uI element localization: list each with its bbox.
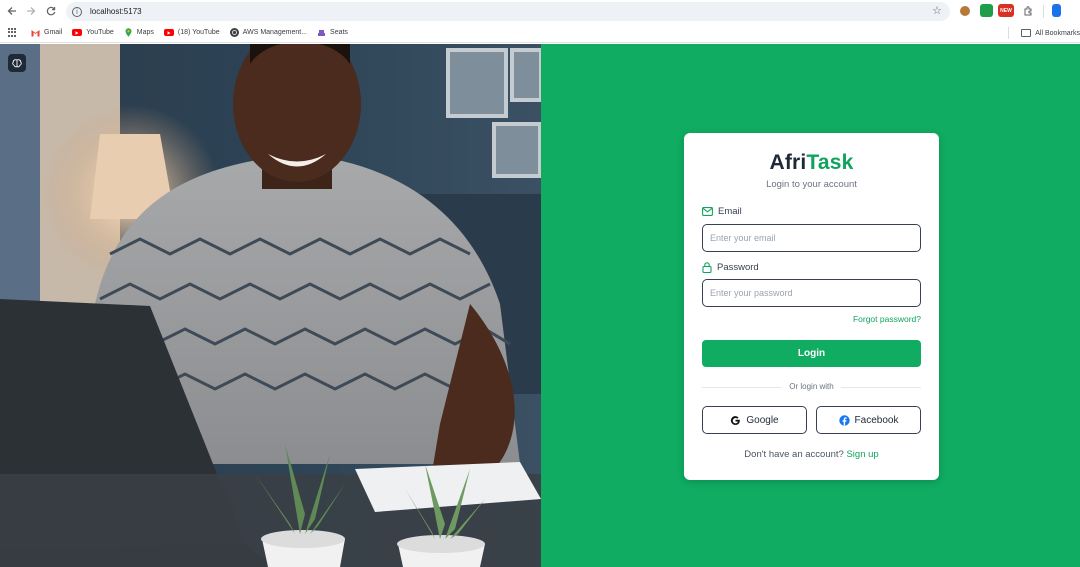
password-label: Password	[702, 262, 759, 273]
brand-part-task: Task	[806, 151, 854, 174]
back-arrow-icon	[7, 7, 16, 15]
hero-image	[0, 44, 541, 567]
lock-icon	[702, 262, 712, 273]
back-button[interactable]	[2, 1, 22, 21]
login-card: AfriTask Login to your account Email Ent…	[684, 133, 939, 480]
forward-arrow-icon	[27, 7, 36, 15]
bookmark-seats[interactable]: Seats	[317, 28, 348, 37]
login-subtitle: Login to your account	[766, 179, 857, 190]
extensions-puzzle-icon[interactable]	[1021, 4, 1034, 17]
aws-icon	[229, 28, 239, 37]
mail-icon	[702, 207, 713, 216]
bookmark-label: Gmail	[44, 29, 63, 36]
brain-icon[interactable]	[8, 54, 26, 72]
bookmark-gmail[interactable]: Gmail	[31, 28, 62, 37]
google-label: Google	[746, 414, 779, 426]
brand-part-afri: Afri	[769, 151, 807, 174]
bookmark-youtube[interactable]: YouTube	[72, 29, 114, 36]
site-info-icon[interactable]: i	[72, 6, 82, 17]
folder-icon	[1021, 29, 1032, 37]
bookmark-label: AWS Management...	[242, 29, 308, 36]
forward-button[interactable]	[21, 1, 41, 21]
or-login-with-divider: Or login with	[702, 382, 921, 392]
bookmarks-bar: Gmail YouTube Maps (18) YouTube AWS Mana…	[0, 23, 1080, 43]
gmail-icon	[31, 28, 40, 37]
profile-extension-icon[interactable]	[1052, 4, 1061, 17]
all-bookmarks-label: All Bookmarks	[1035, 29, 1080, 37]
google-login-button[interactable]: Google	[702, 406, 807, 434]
signup-prompt-text: Don't have an account?	[744, 449, 844, 460]
password-placeholder: Enter your password	[710, 288, 793, 298]
url-text: localhost:5173	[90, 7, 142, 16]
bookmark-label: (18) YouTube	[177, 29, 220, 36]
extension-cookie-icon[interactable]	[960, 6, 970, 16]
reload-icon	[46, 6, 56, 16]
password-input[interactable]: Enter your password	[702, 279, 921, 307]
maps-icon	[124, 28, 133, 37]
bookmark-label: Seats	[330, 29, 348, 36]
bookmark-aws[interactable]: AWS Management...	[229, 28, 308, 37]
address-bar[interactable]: i localhost:5173 ☆	[66, 2, 950, 21]
bookmark-label: Maps	[136, 29, 154, 36]
seats-icon	[317, 28, 326, 37]
youtube-icon	[72, 29, 83, 36]
password-label-text: Password	[717, 262, 759, 273]
bookmark-maps[interactable]: Maps	[124, 28, 154, 37]
brand-logo: AfriTask	[684, 151, 939, 175]
hero-photo	[0, 44, 541, 567]
bookmarks-separator	[1008, 27, 1010, 39]
apps-grid-icon[interactable]	[8, 28, 17, 37]
google-icon	[730, 415, 741, 426]
email-placeholder: Enter your email	[710, 233, 776, 243]
forgot-password-link[interactable]: Forgot password?	[853, 314, 921, 324]
bookmark-label: YouTube	[86, 29, 114, 36]
facebook-login-button[interactable]: Facebook	[816, 406, 921, 434]
bookmark-star-icon[interactable]: ☆	[932, 4, 942, 17]
reload-button[interactable]	[41, 1, 61, 21]
signup-link[interactable]: Sign up	[846, 449, 878, 460]
bookmark-youtube-18[interactable]: (18) YouTube	[163, 29, 220, 36]
extension-green-icon[interactable]	[980, 4, 993, 17]
facebook-label: Facebook	[854, 414, 899, 426]
browser-toolbar: i localhost:5173 ☆ NEW	[0, 0, 1080, 23]
login-button[interactable]: Login	[702, 340, 921, 367]
youtube-icon	[163, 29, 174, 36]
divider-text: Or login with	[789, 382, 834, 391]
facebook-icon	[838, 414, 850, 426]
toolbar-separator	[1043, 5, 1044, 18]
all-bookmarks-button[interactable]: All Bookmarks	[1008, 27, 1080, 39]
email-label: Email	[702, 206, 742, 217]
email-label-text: Email	[718, 206, 742, 217]
signup-prompt: Don't have an account? Sign up	[684, 449, 939, 460]
extension-new-badge[interactable]: NEW	[998, 4, 1014, 17]
email-input[interactable]: Enter your email	[702, 224, 921, 252]
